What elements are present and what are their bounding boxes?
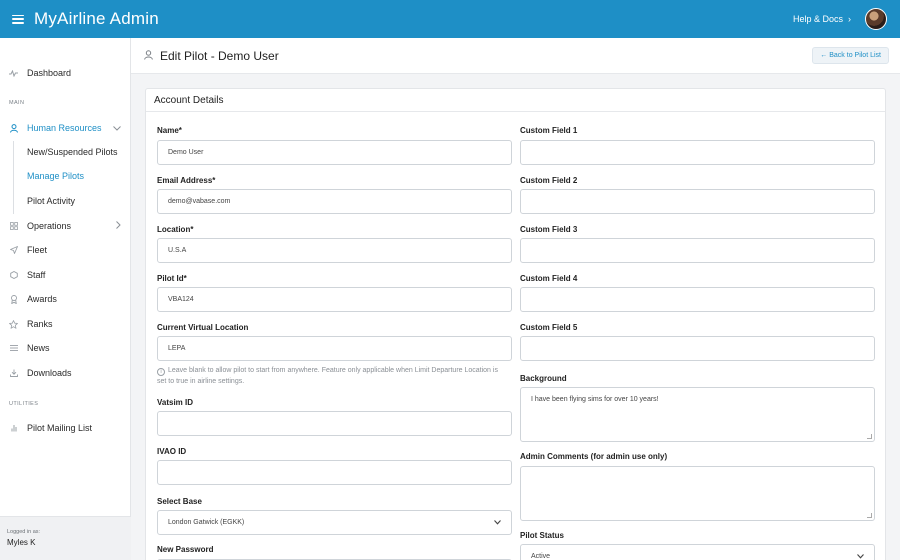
custom-field-1-input[interactable] (520, 140, 875, 165)
sidebar-item-awards[interactable]: Awards (0, 289, 131, 309)
section-label-utilities: UTILITIES (9, 401, 39, 407)
chevron-down-icon (857, 552, 864, 560)
sidebar-item-label: Staff (27, 270, 46, 280)
vatsim-id-label: Vatsim ID (157, 398, 194, 407)
email-label: Email Address* (157, 176, 216, 185)
bar-chart-icon (9, 424, 18, 433)
download-icon (9, 369, 18, 378)
new-password-label: New Password (157, 545, 214, 554)
custom-field-2-label: Custom Field 2 (520, 176, 578, 185)
help-docs-link[interactable]: Help & Docs › (793, 0, 851, 38)
custom-field-4-label: Custom Field 4 (520, 274, 578, 283)
sidebar-item-news[interactable]: News (0, 338, 131, 358)
sidebar-item-ranks[interactable]: Ranks (0, 314, 131, 334)
name-field[interactable]: Demo User (157, 140, 512, 165)
help-docs-label: Help & Docs (792, 14, 843, 24)
custom-field-5-input[interactable] (520, 336, 875, 361)
custom-field-3-input[interactable] (520, 238, 875, 263)
custom-field-3-label: Custom Field 3 (520, 225, 578, 234)
sidebar-item-new-suspended-pilots[interactable]: New/Suspended Pilots (27, 147, 118, 157)
pilot-status-dropdown[interactable]: Active (520, 544, 875, 560)
sidebar-item-downloads[interactable]: Downloads (0, 363, 131, 383)
hamburger-menu-icon[interactable] (12, 14, 24, 24)
sidebar-item-label: Ranks (27, 319, 53, 329)
chevron-right-icon: › (848, 14, 851, 24)
location-field[interactable]: U.S.A (157, 238, 512, 263)
custom-field-5-label: Custom Field 5 (520, 323, 578, 332)
email-field[interactable]: demo@vabase.com (157, 189, 512, 214)
admin-comments-textarea[interactable] (520, 466, 875, 521)
grid-icon (9, 222, 18, 231)
custom-field-4-input[interactable] (520, 287, 875, 312)
chevron-right-icon (116, 221, 121, 231)
sidebar-item-staff[interactable]: Staff (0, 265, 131, 285)
chevron-down-icon (113, 123, 121, 133)
cvl-help-text: i Leave blank to allow pilot to start fro… (157, 365, 502, 387)
current-virtual-location-field[interactable]: LEPA (157, 336, 512, 361)
sidebar-item-label: Operations (27, 221, 72, 231)
send-plane-icon (9, 246, 18, 255)
sidebar-item-label: Human Resources (27, 123, 102, 133)
sidebar-item-label: Awards (27, 294, 57, 304)
cvl-help-content: Leave blank to allow pilot to start from… (157, 367, 498, 385)
pilot-id-field[interactable]: VBA124 (157, 287, 512, 312)
sidebar-item-dashboard[interactable]: Dashboard (0, 63, 131, 83)
hexagon-icon (9, 271, 18, 280)
sidebar-item-label: Downloads (27, 368, 72, 378)
location-label: Location* (157, 225, 194, 234)
custom-field-1-label: Custom Field 1 (520, 126, 578, 135)
select-base-value: London Gatwick (EGKK) (168, 519, 245, 526)
sidebar-item-label: Pilot Mailing List (27, 423, 93, 433)
user-icon (144, 50, 153, 63)
current-virtual-location-label: Current Virtual Location (157, 323, 249, 332)
award-icon (9, 294, 18, 304)
sidebar-item-fleet[interactable]: Fleet (0, 240, 131, 260)
activity-icon (9, 69, 18, 78)
background-value: I have been flying sims for over 10 year… (531, 396, 659, 403)
resize-handle-icon[interactable] (867, 434, 872, 439)
sidebar: Dashboard MAIN Human Resources New/Suspe… (0, 38, 131, 560)
sidebar-item-label: News (27, 343, 50, 353)
chevron-down-icon (494, 518, 501, 527)
logged-in-label: Logged in as: (7, 529, 41, 535)
sidebar-item-pilot-activity[interactable]: Pilot Activity (27, 196, 75, 206)
name-label: Name* (157, 126, 182, 135)
menu-lines-icon (9, 344, 18, 353)
back-to-pilot-list-button[interactable]: ← Back to Pilot List (812, 47, 889, 64)
background-textarea[interactable]: I have been flying sims for over 10 year… (520, 387, 875, 442)
logged-in-user: Myles K (7, 538, 36, 547)
app-title: MyAirline Admin (34, 9, 159, 28)
admin-comments-label: Admin Comments (for admin use only) (520, 452, 668, 461)
pilot-status-value: Active (531, 553, 551, 560)
vatsim-id-field[interactable] (157, 411, 512, 436)
user-icon (9, 123, 18, 133)
card-title: Account Details (154, 95, 224, 106)
select-base-label: Select Base (157, 497, 202, 506)
card-header: Account Details (146, 89, 885, 112)
pilot-status-label: Pilot Status (520, 531, 565, 540)
page-title: Edit Pilot - Demo User (160, 49, 279, 63)
account-details-card: Account Details Name* Demo User Email Ad… (145, 88, 886, 560)
select-base-dropdown[interactable]: London Gatwick (EGKK) (157, 510, 512, 535)
sidebar-item-pilot-mailing-list[interactable]: Pilot Mailing List (0, 418, 131, 438)
sidebar-item-operations[interactable]: Operations (0, 216, 131, 236)
star-icon (9, 319, 18, 329)
sidebar-item-human-resources[interactable]: Human Resources (0, 118, 131, 138)
user-avatar[interactable] (865, 8, 887, 30)
sidebar-item-label: Dashboard (27, 68, 72, 78)
submenu-guide-line (13, 141, 14, 214)
section-label-main: MAIN (9, 100, 25, 106)
top-bar: MyAirline Admin Help & Docs › (0, 0, 900, 38)
background-label: Background (520, 374, 567, 383)
logged-in-panel: Logged in as: Myles K (0, 516, 131, 560)
resize-handle-icon[interactable] (867, 513, 872, 518)
info-icon: i (157, 368, 165, 376)
sidebar-item-label: Fleet (27, 245, 48, 255)
ivao-id-label: IVAO ID (157, 447, 187, 456)
custom-field-2-input[interactable] (520, 189, 875, 214)
sidebar-item-manage-pilots[interactable]: Manage Pilots (27, 171, 84, 181)
pilot-id-label: Pilot Id* (157, 274, 187, 283)
page-header: Edit Pilot - Demo User ← Back to Pilot L… (131, 38, 900, 74)
ivao-id-field[interactable] (157, 460, 512, 485)
